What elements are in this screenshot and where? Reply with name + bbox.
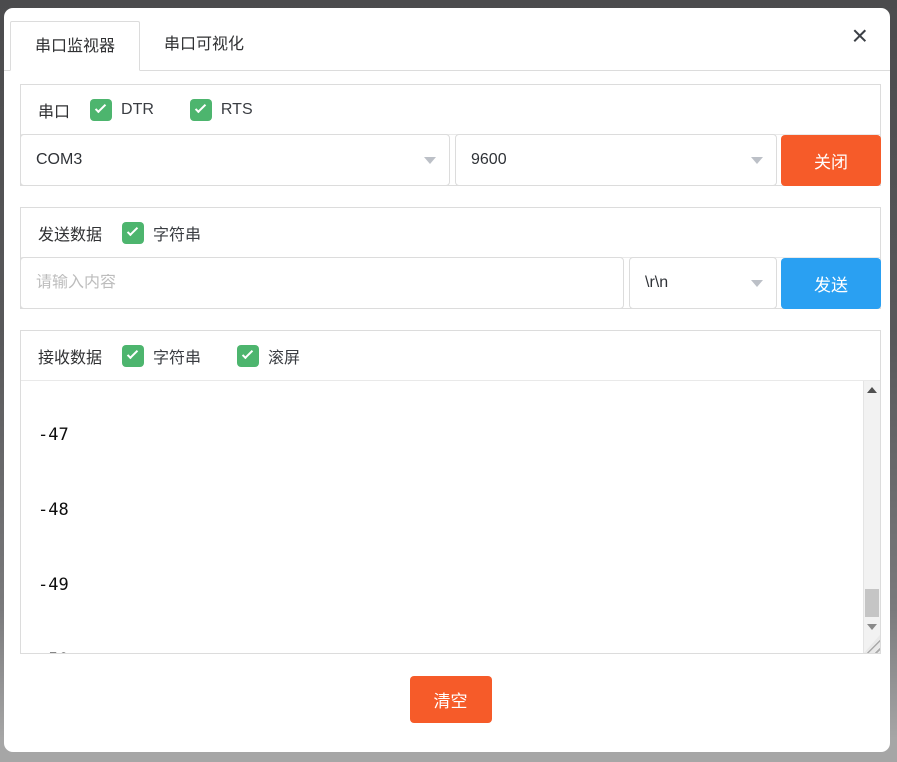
data-line: -47	[38, 423, 863, 448]
modal-backdrop: 串口监视器 串口可视化 × 串口 DTR RTS	[0, 0, 897, 762]
checkmark-icon	[127, 347, 138, 358]
serial-port-header: 串口 DTR RTS	[21, 85, 880, 135]
send-data-controls: \r\n 发送	[21, 258, 880, 308]
data-line: -48	[38, 498, 863, 523]
checkmark-icon	[95, 101, 106, 112]
checkbox-send-string[interactable]	[122, 222, 144, 244]
checkmark-icon	[127, 224, 138, 235]
dtr-checkbox-group: DTR	[90, 99, 154, 121]
receive-data-body: -47 -48 -49 -50 -51 -52 -53 -54 -55 -56	[21, 381, 880, 653]
chevron-down-icon	[424, 157, 436, 164]
serial-monitor-dialog: 串口监视器 串口可视化 × 串口 DTR RTS	[4, 8, 890, 752]
send-data-title: 发送数据	[38, 221, 102, 245]
receive-data-title: 接收数据	[38, 344, 102, 368]
tab-bar: 串口监视器 串口可视化 ×	[4, 8, 890, 71]
receive-string-checkbox-group: 字符串	[122, 344, 201, 368]
send-button[interactable]: 发送	[781, 258, 881, 309]
chevron-down-icon	[751, 280, 763, 287]
send-data-header: 发送数据 字符串	[21, 208, 880, 258]
line-ending-select-value: \r\n	[645, 274, 668, 292]
close-icon[interactable]: ×	[852, 22, 868, 50]
port-close-button[interactable]: 关闭	[781, 135, 881, 186]
vertical-scrollbar[interactable]	[863, 381, 880, 653]
send-input[interactable]	[36, 274, 608, 292]
send-data-section: 发送数据 字符串 \r\n 发送	[20, 207, 881, 309]
scroll-up-button[interactable]	[864, 381, 880, 398]
checkbox-receive-scroll[interactable]	[237, 345, 259, 367]
checkmark-icon	[242, 347, 253, 358]
receive-data-area[interactable]: -47 -48 -49 -50 -51 -52 -53 -54 -55 -56	[21, 373, 863, 653]
send-string-checkbox-group: 字符串	[122, 221, 201, 245]
scrollbar-track[interactable]	[864, 398, 880, 618]
data-line: -49	[38, 573, 863, 598]
checkbox-rts[interactable]	[190, 99, 212, 121]
checkbox-send-string-label: 字符串	[153, 221, 201, 245]
baud-select-value: 9600	[471, 151, 507, 169]
tab-serial-visualization[interactable]: 串口可视化	[140, 20, 268, 70]
baud-select[interactable]: 9600	[455, 134, 777, 186]
checkbox-dtr[interactable]	[90, 99, 112, 121]
checkbox-rts-label: RTS	[221, 101, 253, 119]
rts-checkbox-group: RTS	[190, 99, 253, 121]
receive-scroll-checkbox-group: 滚屏	[237, 344, 300, 368]
port-select[interactable]: COM3	[20, 134, 450, 186]
checkbox-dtr-label: DTR	[121, 101, 154, 119]
checkbox-receive-string-label: 字符串	[153, 344, 201, 368]
line-ending-select[interactable]: \r\n	[629, 257, 777, 309]
arrow-down-icon	[867, 624, 877, 630]
receive-data-section: 接收数据 字符串 滚屏 -47 -48 -49 -50	[20, 330, 881, 654]
serial-port-controls: COM3 9600 关闭	[21, 135, 880, 185]
arrow-up-icon	[867, 387, 877, 393]
checkmark-icon	[195, 101, 206, 112]
chevron-down-icon	[751, 157, 763, 164]
data-line: -50	[38, 648, 863, 653]
resize-grip-icon[interactable]	[864, 635, 880, 653]
dialog-footer: 清空	[20, 654, 881, 723]
tab-serial-monitor[interactable]: 串口监视器	[10, 21, 140, 71]
dialog-content: 串口 DTR RTS COM3	[4, 84, 890, 723]
send-input-wrapper	[20, 257, 624, 309]
scroll-down-button[interactable]	[864, 618, 880, 635]
serial-port-title: 串口	[38, 98, 70, 122]
scrollbar-thumb[interactable]	[865, 589, 879, 617]
clear-button[interactable]: 清空	[410, 676, 492, 723]
port-select-value: COM3	[36, 151, 82, 169]
checkbox-receive-scroll-label: 滚屏	[268, 344, 300, 368]
serial-port-section: 串口 DTR RTS COM3	[20, 84, 881, 186]
checkbox-receive-string[interactable]	[122, 345, 144, 367]
